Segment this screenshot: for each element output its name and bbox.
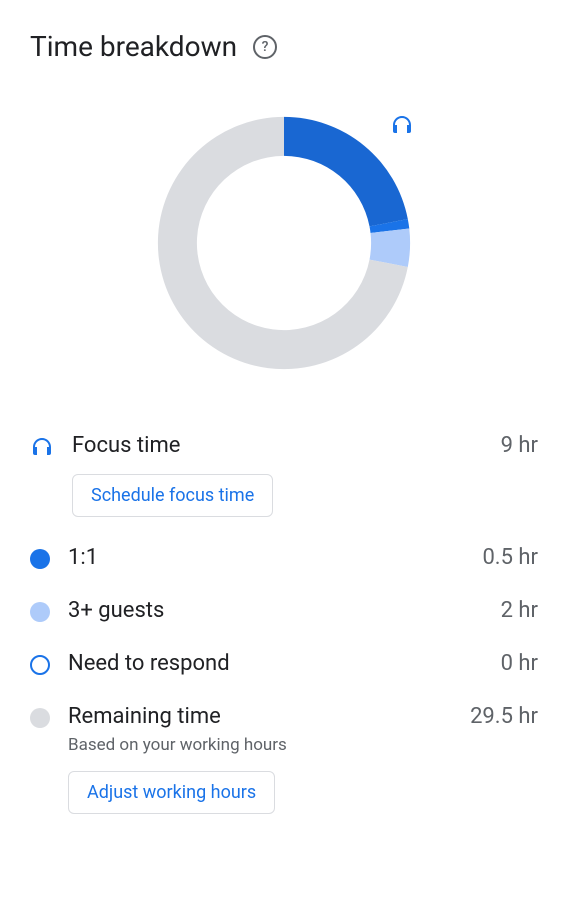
donut-wrap <box>154 113 414 373</box>
header: Time breakdown ? <box>30 30 538 63</box>
legend-label: Remaining time <box>68 704 221 729</box>
legend-content: 1:1 0.5 hr <box>68 545 538 570</box>
legend-label: Focus time <box>72 433 180 458</box>
legend-content: Need to respond 0 hr <box>68 651 538 676</box>
legend-value: 29.5 hr <box>470 704 538 729</box>
legend-dot-icon <box>30 602 50 622</box>
donut-chart <box>154 113 414 373</box>
legend-value: 9 hr <box>501 433 538 458</box>
legend-subtitle: Based on your working hours <box>68 735 538 755</box>
legend-item: Remaining time 29.5 hr Based on your worki… <box>30 704 538 814</box>
legend-item: 3+ guests 2 hr <box>30 598 538 623</box>
legend-item: Need to respond 0 hr <box>30 651 538 676</box>
legend-row: Need to respond 0 hr <box>68 651 538 676</box>
donut-chart-container <box>30 113 538 373</box>
legend-ring-icon <box>30 655 50 675</box>
action-button[interactable]: Schedule focus time <box>72 474 273 517</box>
legend-value: 2 hr <box>501 598 538 623</box>
page-title: Time breakdown <box>30 30 237 63</box>
legend-content: 3+ guests 2 hr <box>68 598 538 623</box>
legend-value: 0 hr <box>501 651 538 676</box>
legend-row: 3+ guests 2 hr <box>68 598 538 623</box>
headphones-icon <box>30 435 54 459</box>
legend-content: Focus time 9 hr Schedule focus time <box>72 433 538 517</box>
legend-row: Focus time 9 hr <box>72 433 538 458</box>
help-icon[interactable]: ? <box>253 35 277 59</box>
legend-dot-icon <box>30 549 50 569</box>
legend-item: Focus time 9 hr Schedule focus time <box>30 433 538 517</box>
legend-row: 1:1 0.5 hr <box>68 545 538 570</box>
legend-label: Need to respond <box>68 651 230 676</box>
action-button[interactable]: Adjust working hours <box>68 771 275 814</box>
headphones-icon <box>390 113 414 141</box>
legend-value: 0.5 hr <box>482 545 538 570</box>
legend-content: Remaining time 29.5 hr Based on your worki… <box>68 704 538 814</box>
legend-label: 3+ guests <box>68 598 164 623</box>
legend-dot-icon <box>30 708 50 728</box>
legend-row: Remaining time 29.5 hr <box>68 704 538 729</box>
legend: Focus time 9 hr Schedule focus time 1:1 0.5 … <box>30 433 538 814</box>
legend-label: 1:1 <box>68 545 98 570</box>
legend-item: 1:1 0.5 hr <box>30 545 538 570</box>
